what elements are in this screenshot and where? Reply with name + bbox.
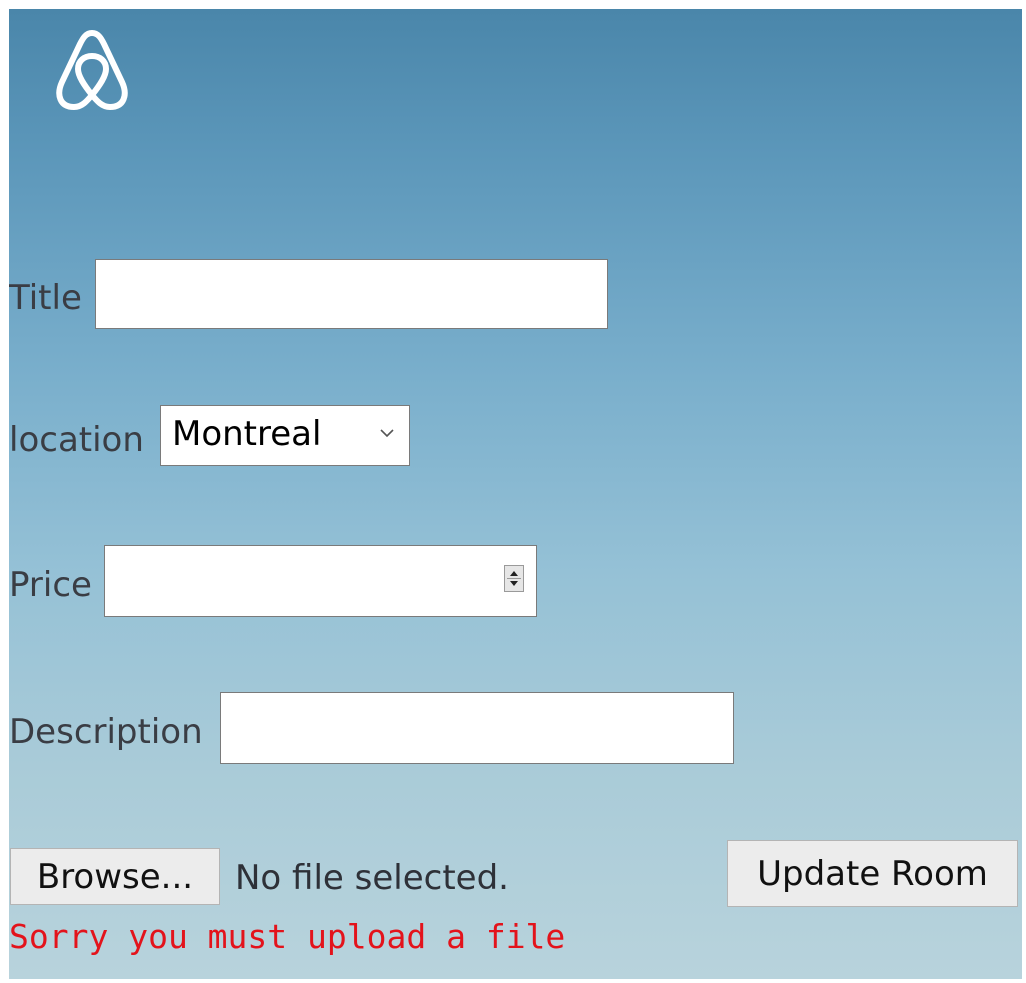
location-selected-value: Montreal bbox=[172, 414, 322, 454]
price-label: Price bbox=[9, 565, 92, 605]
description-label: Description bbox=[9, 712, 203, 752]
chevron-down-icon bbox=[380, 429, 394, 438]
location-select[interactable]: Montreal bbox=[160, 405, 410, 466]
browse-button[interactable]: Browse... bbox=[10, 848, 220, 905]
price-input[interactable] bbox=[104, 545, 537, 617]
spinner-arrows-icon bbox=[507, 571, 521, 586]
airbnb-logo-icon[interactable] bbox=[52, 27, 132, 113]
price-spinner[interactable] bbox=[504, 565, 524, 592]
page-frame: Title location Montreal Price Descriptio… bbox=[0, 0, 1026, 983]
title-label: Title bbox=[9, 278, 82, 318]
description-input[interactable] bbox=[220, 692, 734, 764]
location-label: location bbox=[9, 420, 144, 460]
update-room-button[interactable]: Update Room bbox=[727, 840, 1018, 907]
title-input[interactable] bbox=[95, 259, 608, 329]
sky-background: Title location Montreal Price Descriptio… bbox=[9, 9, 1022, 979]
file-status-text: No file selected. bbox=[235, 858, 509, 898]
upload-error-message: Sorry you must upload a file bbox=[9, 917, 566, 956]
